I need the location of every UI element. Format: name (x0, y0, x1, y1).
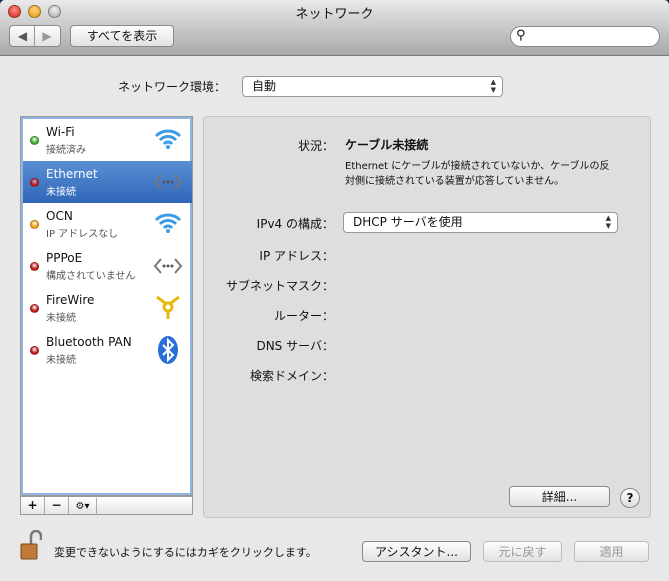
lock-icon[interactable] (20, 529, 43, 560)
service-name: Wi-Fi (46, 125, 75, 139)
search-domain-label: 検索ドメイン： (249, 369, 334, 383)
service-name: FireWire (46, 293, 95, 307)
search-field[interactable]: ⚲ (510, 26, 660, 47)
service-status: 構成されていません (46, 271, 136, 282)
remove-service-button[interactable]: − (45, 497, 69, 514)
service-item-pppoe[interactable]: PPPoE 構成されていません (23, 245, 192, 287)
status-dot-icon (30, 262, 39, 271)
search-input[interactable] (531, 29, 651, 44)
ipv4-config-popup[interactable]: DHCP サーバを使用 ▲ ▼ (343, 212, 618, 233)
lock-hint-text: 変更できないようにするにはカギをクリックします。 (54, 546, 317, 559)
detail-panel: 状況： ケーブル未接続 Ethernet にケーブルが接続されていないか、ケーブ… (203, 116, 651, 518)
subnet-mask-label: サブネットマスク： (225, 279, 334, 293)
service-item-ethernet[interactable]: Ethernet 未接続 (23, 161, 192, 203)
status-description-line2: 対側に接続されている装置が応答していません。 (345, 176, 565, 187)
ethernet-icon (153, 167, 183, 197)
bluetooth-icon (153, 335, 183, 365)
back-forward-control[interactable]: ◀ ▶ (9, 25, 61, 47)
status-dot-icon (30, 346, 39, 355)
status-dot-icon (30, 136, 39, 145)
forward-icon[interactable]: ▶ (35, 26, 59, 46)
ipv4-value: DHCP サーバを使用 (353, 215, 463, 229)
ethernet-icon (153, 251, 183, 281)
location-label: ネットワーク環境： (118, 80, 227, 94)
back-icon[interactable]: ◀ (11, 26, 35, 46)
service-status: 未接続 (46, 355, 76, 366)
wifi-icon (153, 209, 183, 239)
updown-arrow-icon: ▲ ▼ (490, 78, 496, 94)
window-title: ネットワーク (295, 7, 374, 22)
status-dot-icon (30, 178, 39, 187)
help-button[interactable]: ? (620, 488, 640, 508)
assistant-button[interactable]: アシスタント... (362, 541, 471, 562)
search-icon: ⚲ (516, 28, 526, 43)
network-preferences-window: ネットワーク ◀ ▶ すべてを表示 ⚲ ネットワーク環境： 自動 ▲ ▼ Wi-Fi … (0, 0, 669, 581)
ipv4-label: IPv4 の構成： (256, 217, 334, 231)
show-all-button[interactable]: すべてを表示 (70, 25, 174, 47)
gear-menu-button[interactable]: ⚙▾ (69, 498, 97, 515)
service-name: PPPoE (46, 251, 83, 265)
add-service-button[interactable]: + (21, 497, 45, 514)
service-name: OCN (46, 209, 73, 223)
firewire-icon (153, 293, 183, 323)
service-name: Bluetooth PAN (46, 335, 132, 349)
status-label: 状況： (297, 139, 334, 153)
status-value: ケーブル未接続 (345, 138, 429, 152)
location-popup[interactable]: 自動 ▲ ▼ (242, 76, 503, 97)
wifi-icon (153, 125, 183, 155)
service-item-bluetooth-pan[interactable]: Bluetooth PAN 未接続 (23, 329, 192, 371)
revert-button[interactable]: 元に戻す (483, 541, 562, 562)
service-list: Wi-Fi 接続済み Ethernet 未接続 OCN IP アドレスなし PP… (20, 116, 193, 496)
ip-address-label: IP アドレス： (259, 249, 334, 263)
location-value: 自動 (252, 79, 277, 93)
updown-arrow-icon: ▲ ▼ (605, 214, 611, 230)
toolbar: ネットワーク ◀ ▶ すべてを表示 ⚲ (0, 0, 669, 56)
status-description-line1: Ethernet にケーブルが接続されていないか、ケーブルの反 (345, 161, 610, 172)
service-name: Ethernet (46, 167, 98, 181)
service-status: 未接続 (46, 187, 76, 198)
dns-server-label: DNS サーバ： (256, 339, 334, 353)
service-item-wi-fi[interactable]: Wi-Fi 接続済み (23, 119, 192, 161)
service-list-toolbar: + − ⚙▾ (20, 496, 193, 515)
status-dot-icon (30, 304, 39, 313)
apply-button[interactable]: 適用 (574, 541, 649, 562)
service-status: IP アドレスなし (46, 229, 119, 240)
service-status: 接続済み (46, 145, 86, 156)
service-status: 未接続 (46, 313, 76, 324)
status-dot-icon (30, 220, 39, 229)
router-label: ルーター： (273, 309, 334, 323)
service-item-firewire[interactable]: FireWire 未接続 (23, 287, 192, 329)
service-item-ocn[interactable]: OCN IP アドレスなし (23, 203, 192, 245)
advanced-button[interactable]: 詳細... (509, 486, 610, 507)
